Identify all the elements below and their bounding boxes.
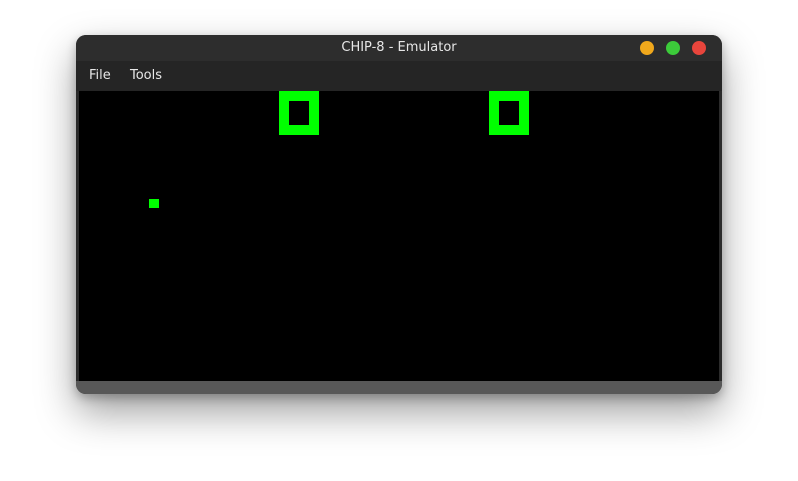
minimize-button[interactable] bbox=[640, 41, 654, 55]
right-paddle-sprite bbox=[489, 91, 529, 135]
emulator-display bbox=[79, 91, 719, 381]
left-paddle-sprite bbox=[279, 91, 319, 135]
title-bar[interactable]: CHIP-8 - Emulator bbox=[76, 35, 722, 61]
status-bar bbox=[76, 381, 722, 394]
menu-file[interactable]: File bbox=[89, 61, 111, 91]
menu-bar: File Tools bbox=[76, 61, 722, 91]
emulator-window: CHIP-8 - Emulator File Tools bbox=[76, 35, 722, 394]
maximize-button[interactable] bbox=[666, 41, 680, 55]
menu-tools[interactable]: Tools bbox=[130, 61, 162, 91]
ball-sprite bbox=[149, 199, 159, 208]
close-button[interactable] bbox=[692, 41, 706, 55]
window-title: CHIP-8 - Emulator bbox=[341, 40, 457, 55]
